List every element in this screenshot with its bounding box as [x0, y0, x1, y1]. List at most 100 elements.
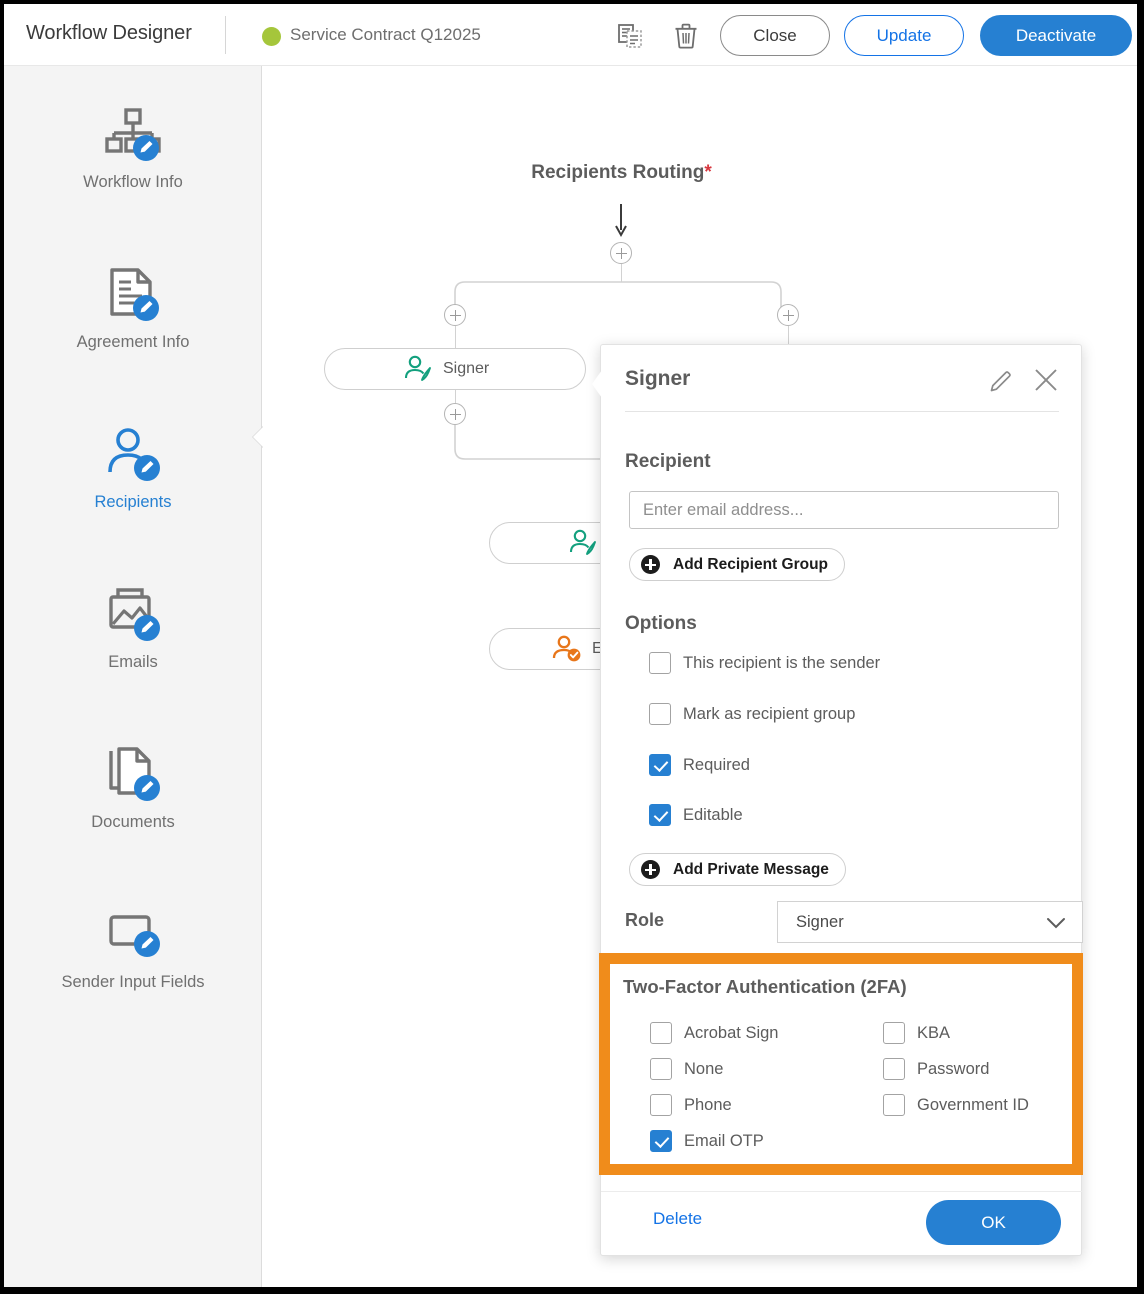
sidebar-item-label: Workflow Info [83, 173, 183, 191]
required-marker: * [704, 162, 712, 183]
checkbox-label: Government ID [917, 1095, 1029, 1114]
checkbox-none[interactable] [650, 1058, 672, 1080]
flow-arrow-icon [615, 204, 627, 238]
checkbox-kba[interactable] [883, 1022, 905, 1044]
panel-divider [625, 411, 1059, 412]
checkbox-row-mark-as-recipient-group[interactable]: Mark as recipient group [649, 703, 855, 725]
pencil-icon[interactable] [988, 368, 1014, 399]
plus-icon [641, 555, 660, 574]
add-node-below-button[interactable] [444, 403, 466, 425]
signer-pen-icon [568, 528, 598, 558]
routing-title-text: Recipients Routing [531, 162, 705, 183]
checkbox-label: Mark as recipient group [683, 704, 856, 723]
checkbox-row-editable[interactable]: Editable [649, 804, 743, 826]
role-row: Role [625, 910, 664, 931]
checkbox-label: This recipient is the sender [683, 653, 881, 672]
checkbox-email-otp[interactable] [650, 1130, 672, 1152]
ok-button[interactable]: OK [926, 1200, 1061, 1245]
signer-pen-icon [403, 354, 433, 384]
checkbox-row-government-id[interactable]: Government ID [883, 1094, 1029, 1116]
sidebar-item-label: Documents [91, 813, 175, 831]
sidebar-item-label: Sender Input Fields [61, 973, 205, 991]
checkbox-row-kba[interactable]: KBA [883, 1022, 950, 1044]
deactivate-button[interactable]: Deactivate [980, 15, 1132, 56]
sidebar-item-documents[interactable]: Documents [4, 744, 262, 832]
role-select[interactable]: Signer [777, 901, 1083, 943]
checkbox-label: Email OTP [684, 1131, 764, 1150]
app-window: Workflow Designer Service Contract Q1202… [4, 4, 1137, 1287]
sidebar: Workflow Info Agreement Info Recipients … [4, 66, 266, 1287]
checkbox-government-id[interactable] [883, 1094, 905, 1116]
recipient-section-heading: Recipient [625, 451, 711, 472]
update-button[interactable]: Update [844, 15, 964, 56]
status-badge [262, 27, 281, 46]
routing-title: Recipients Routing* [263, 162, 980, 184]
checkbox-row-email-otp[interactable]: Email OTP [650, 1130, 764, 1152]
sidebar-item-recipients[interactable]: Recipients [4, 424, 262, 512]
document-edit-icon [102, 264, 164, 326]
checkbox-phone[interactable] [650, 1094, 672, 1116]
header-divider [225, 16, 226, 54]
sidebar-item-sender-input-fields[interactable]: Sender Input Fields [4, 904, 262, 992]
checkbox-label: None [684, 1059, 724, 1078]
checkbox-row-none[interactable]: None [650, 1058, 723, 1080]
add-node-root-button[interactable] [610, 242, 632, 264]
delete-button[interactable]: Delete [653, 1209, 702, 1229]
checkbox-row-acrobat-sign[interactable]: Acrobat Sign [650, 1022, 778, 1044]
footer-divider [601, 1191, 1083, 1192]
plus-icon [641, 860, 660, 879]
email-field[interactable] [629, 491, 1059, 529]
close-button[interactable]: Close [720, 15, 830, 56]
role-label: Role [625, 910, 665, 930]
checkbox-recipient-is-sender[interactable] [649, 652, 671, 674]
workflow-tree-edit-icon [102, 104, 164, 166]
approver-check-icon [552, 634, 582, 664]
trash-icon[interactable] [668, 18, 704, 54]
role-selected-value: Signer [796, 912, 844, 931]
documents-edit-icon [102, 744, 164, 806]
connector [454, 390, 456, 404]
checkbox-label: Acrobat Sign [684, 1023, 779, 1042]
chevron-down-icon [1046, 917, 1066, 935]
panel-pointer [592, 370, 602, 398]
sidebar-item-label: Agreement Info [76, 333, 190, 351]
connector [454, 326, 456, 348]
checkbox-label: Required [683, 755, 750, 774]
options-section-heading: Options [625, 613, 697, 634]
copy-document-icon[interactable] [612, 18, 648, 54]
add-private-message-label: Add Private Message [673, 860, 829, 878]
checkbox-row-phone[interactable]: Phone [650, 1094, 732, 1116]
checkbox-row-password[interactable]: Password [883, 1058, 989, 1080]
recipient-settings-panel: Signer Recipient Add Recipient Group Opt… [599, 344, 1083, 1256]
tfa-section-heading: Two-Factor Authentication (2FA) [623, 976, 907, 997]
add-recipient-group-button[interactable]: Add Recipient Group [629, 548, 845, 581]
sidebar-item-emails[interactable]: Emails [4, 584, 262, 672]
add-node-right-button[interactable] [777, 304, 799, 326]
checkbox-label: Password [917, 1059, 990, 1078]
checkbox-row-required[interactable]: Required [649, 754, 750, 776]
sidebar-item-agreement-info[interactable]: Agreement Info [4, 264, 262, 352]
checkbox-label: KBA [917, 1023, 951, 1042]
add-private-message-button[interactable]: Add Private Message [629, 853, 846, 886]
node-label: Signer [443, 360, 490, 377]
page-title: Workflow Designer [26, 22, 192, 44]
add-node-left-button[interactable] [444, 304, 466, 326]
checkbox-acrobat-sign[interactable] [650, 1022, 672, 1044]
input-field-edit-icon [102, 904, 164, 966]
checkbox-label: Phone [684, 1095, 732, 1114]
add-recipient-group-label: Add Recipient Group [673, 555, 828, 573]
email-image-edit-icon [102, 584, 164, 646]
app-header: Workflow Designer Service Contract Q1202… [4, 4, 1137, 66]
checkbox-required[interactable] [649, 754, 671, 776]
checkbox-mark-as-recipient-group[interactable] [649, 703, 671, 725]
document-name: Service Contract Q12025 [290, 25, 481, 44]
node-signer-1[interactable]: Signer [324, 348, 586, 390]
sidebar-item-workflow-info[interactable]: Workflow Info [4, 104, 262, 192]
sidebar-item-label: Recipients [94, 493, 172, 511]
checkbox-row-recipient-is-sender[interactable]: This recipient is the sender [649, 652, 880, 674]
branch-connector [454, 281, 782, 314]
close-icon[interactable] [1031, 365, 1061, 400]
checkbox-password[interactable] [883, 1058, 905, 1080]
checkbox-label: Editable [683, 805, 743, 824]
checkbox-editable[interactable] [649, 804, 671, 826]
